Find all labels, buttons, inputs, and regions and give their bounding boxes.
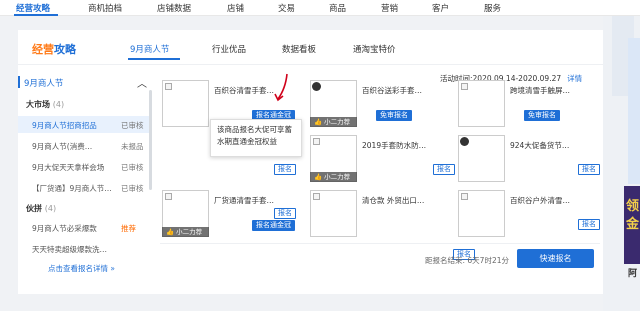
top-nav: 经营攻略 商机拍档 店铺数据 店铺 交易 商品 营销 客户 服务 — [0, 0, 640, 16]
product-title[interactable]: 清仓款 外贸出口… — [362, 195, 424, 206]
nav-item-service[interactable]: 服务 — [484, 2, 501, 14]
product-title[interactable]: 厂货通清雪手套… — [214, 195, 274, 206]
tab-active-indicator — [128, 58, 180, 60]
product-card: 👍 小二力荐 百织谷送彩手套… 免审报名 — [310, 80, 456, 128]
sidebar-item[interactable]: 天天特卖超级爆款洗… — [18, 240, 152, 257]
sidebar-group-pinpin: 伙拼 (4) — [26, 204, 57, 213]
sidebar-item-label: 9月商人节必采爆款 — [32, 224, 97, 233]
broken-image-icon — [461, 83, 468, 90]
avatar-icon — [460, 137, 469, 146]
broken-image-icon — [313, 138, 320, 145]
product-card: 清仓款 外贸出口… 报名 — [310, 190, 475, 260]
right-panel-blue — [628, 38, 640, 184]
signup-button[interactable]: 报名 — [274, 208, 296, 219]
divider — [18, 64, 603, 65]
sidebar-header-title: 9月商人节 — [24, 79, 64, 89]
sidebar-item-status: 已审核 — [121, 121, 144, 130]
avatar-icon — [312, 82, 321, 91]
recommend-badge: 👍 小二力荐 — [162, 227, 209, 237]
nav-item-marketing[interactable]: 营销 — [381, 2, 398, 14]
product-title[interactable]: 百织谷送彩手套… — [362, 85, 422, 96]
sidebar-item[interactable]: 9月商人节(消费… 未报品 — [18, 137, 152, 154]
recommend-badge: 👍 小二力荐 — [310, 172, 357, 182]
product-image[interactable] — [458, 135, 505, 182]
product-title[interactable]: 百织谷户外清雪… — [510, 195, 570, 206]
signup-button[interactable]: 报名 — [578, 164, 600, 175]
annotation-arrow-icon — [274, 73, 288, 102]
activity-sidebar: 9月商人节 ︿ 大市场 (4) 9月商人节招商招品 已审核 9月商人节(消费… … — [18, 74, 152, 294]
sidebar-item[interactable]: 9月商人节招商招品 已审核 — [18, 116, 152, 133]
sidebar-item-status: 推荐 — [121, 224, 136, 233]
gold-rights-tooltip: 该商品报名大促可享蓄水期直通金冠权益 — [210, 119, 302, 157]
signup-button[interactable]: 报名 — [578, 219, 600, 230]
sidebar-item-status: 未报品 — [121, 142, 144, 151]
view-signup-details-link[interactable]: 点击查看报名详情 » — [48, 263, 115, 274]
product-title[interactable]: 百织谷清雪手套… — [214, 85, 274, 96]
product-image[interactable] — [458, 80, 505, 127]
product-card: 跨境清雪手触屏… 免审报名 — [458, 80, 604, 128]
exempt-signup-button[interactable]: 免审报名 — [376, 110, 412, 121]
sidebar-item[interactable]: 【厂货通】9月商人节… 已审核 — [18, 179, 152, 196]
product-card: 👍 小二力荐 厂货通清雪手套… 报名 报名通金冠 — [162, 190, 308, 238]
nav-item-strategy[interactable]: 经营攻略 — [16, 2, 50, 14]
product-image[interactable] — [310, 190, 357, 237]
sidebar-scrollbar[interactable] — [149, 90, 152, 190]
promo-banner[interactable]: 领金 — [624, 186, 640, 264]
nav-item-trade[interactable]: 交易 — [278, 2, 295, 14]
nav-active-indicator — [14, 14, 58, 16]
nav-item-partner[interactable]: 商机拍档 — [88, 2, 122, 14]
signup-button[interactable]: 报名 — [274, 164, 296, 175]
sidebar-item-label: 9月商人节招商招品 — [32, 121, 97, 130]
quick-signup-button[interactable]: 快速报名 — [517, 249, 594, 268]
tab-special-price[interactable]: 通淘宝特价 — [353, 43, 396, 55]
product-card: 924大促备货节… 报名 — [458, 135, 604, 183]
right-edge-text: 阿 — [628, 269, 638, 279]
tab-merchant-festival[interactable]: 9月商人节 — [130, 43, 169, 55]
exempt-signup-button[interactable]: 免审报名 — [524, 110, 560, 121]
recommend-badge: 👍 小二力荐 — [310, 117, 357, 127]
promo-text: 领金 — [626, 199, 640, 232]
sidebar-item-label: 9月商人节(消费… — [32, 142, 93, 151]
product-card: 👍 小二力荐 2019手套防水防… 报名 — [310, 135, 456, 183]
signup-button[interactable]: 报名 — [433, 164, 455, 175]
broken-image-icon — [165, 83, 172, 90]
product-title[interactable]: 2019手套防水防… — [362, 140, 426, 151]
nav-item-customer[interactable]: 客户 — [432, 2, 449, 14]
broken-image-icon — [165, 193, 172, 200]
nav-item-shop-data[interactable]: 店铺数据 — [157, 2, 191, 14]
product-image[interactable] — [162, 80, 209, 127]
sidebar-item[interactable]: 9月大促天天拿样会场 已审核 — [18, 158, 152, 175]
broken-image-icon — [313, 193, 320, 200]
product-title[interactable]: 924大促备货节… — [510, 140, 569, 151]
product-image[interactable] — [458, 190, 505, 237]
sidebar-item[interactable]: 9月商人节必采爆款 推荐 — [18, 219, 152, 236]
signup-countdown: 距报名结束: 6天7时21分 — [425, 256, 509, 265]
sidebar-header-accent — [18, 76, 20, 88]
strategy-logo: 经营攻略 — [32, 43, 76, 56]
sidebar-group-market: 大市场 (4) — [26, 100, 65, 109]
signup-gold-button[interactable]: 报名通金冠 — [252, 220, 295, 231]
sidebar-item-label: 【厂货通】9月商人节… — [32, 184, 112, 193]
broken-image-icon — [461, 193, 468, 200]
product-title[interactable]: 跨境清雪手触屏… — [510, 85, 570, 96]
divider — [160, 243, 600, 244]
tab-industry-picks[interactable]: 行业优品 — [212, 43, 246, 55]
sidebar-item-status: 已审核 — [121, 163, 144, 172]
tab-data-board[interactable]: 数据看板 — [282, 43, 316, 55]
sidebar-item-label: 天天特卖超级爆款洗… — [32, 245, 107, 254]
chevron-up-icon[interactable]: ︿ — [137, 75, 147, 90]
sidebar-item-status: 已审核 — [121, 184, 144, 193]
nav-item-goods[interactable]: 商品 — [329, 2, 346, 14]
nav-item-shop[interactable]: 店铺 — [227, 2, 244, 14]
sidebar-item-label: 9月大促天天拿样会场 — [32, 163, 105, 172]
sidebar-header[interactable]: 9月商人节 ︿ — [18, 75, 152, 90]
product-card: 百织谷户外清雪… 报名 — [458, 190, 604, 238]
